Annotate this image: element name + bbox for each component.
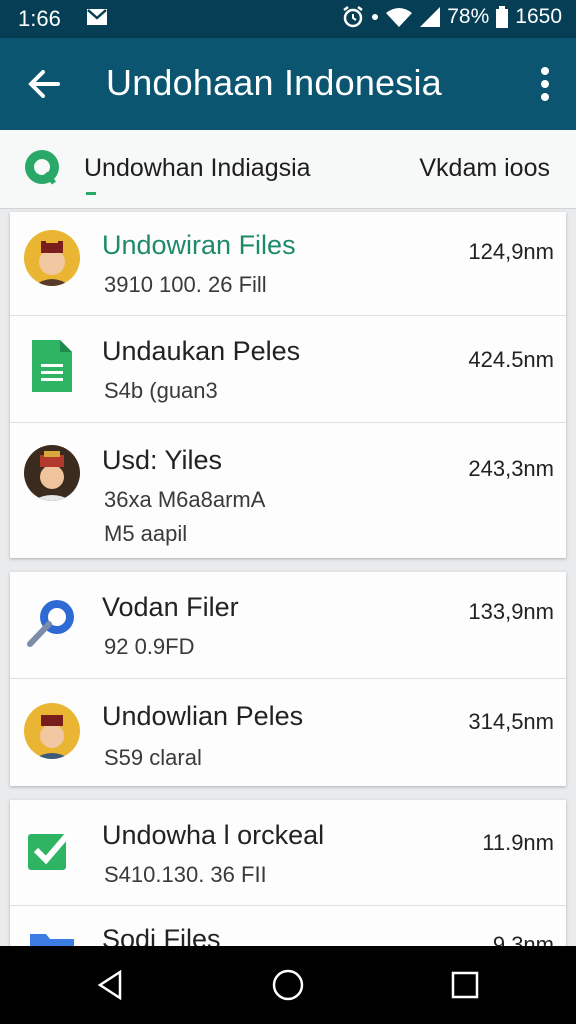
list-item[interactable]: Undowlian Peles S59 claral 314,5nm xyxy=(10,679,566,787)
wifi-icon xyxy=(386,8,413,27)
sub-header: Undowhan Indiagsia Vkdam ioos xyxy=(0,130,576,209)
list-item[interactable]: Vodan Filer 92 0.9FD 133,9nm xyxy=(10,572,566,679)
subheader-action[interactable]: Vkdam ioos xyxy=(419,154,550,183)
file-size: 11.9nm xyxy=(482,830,554,855)
avatar-icon xyxy=(24,445,80,501)
dot-icon xyxy=(372,14,379,20)
file-detail: S59 claral xyxy=(104,745,202,770)
list-item[interactable]: Undowha l orckeal S410.130. 36 FII 11.9n… xyxy=(10,800,566,906)
back-arrow-icon[interactable] xyxy=(24,64,64,104)
search-logo-icon[interactable] xyxy=(24,149,62,187)
system-nav-bar xyxy=(0,946,576,1024)
file-name: Usd: Yiles xyxy=(102,445,223,475)
file-size: 124,9nm xyxy=(468,239,554,264)
file-name: Vodan Filer xyxy=(102,592,239,622)
status-icons: 78% 1650 xyxy=(341,5,562,29)
pin-icon xyxy=(27,600,74,647)
file-detail-secondary: M5 aapil xyxy=(104,521,188,546)
file-size: 314,5nm xyxy=(468,709,554,734)
list-item[interactable]: Undaukan Peles S4b (guan3 424.5nm xyxy=(10,316,566,423)
nav-recents-icon[interactable] xyxy=(448,968,482,1002)
more-options-icon[interactable] xyxy=(540,66,550,102)
file-size: 243,3nm xyxy=(468,456,554,481)
file-name: Undowiran Files xyxy=(102,230,296,260)
file-detail: 36xa M6a8armA xyxy=(104,487,266,512)
battery-icon xyxy=(496,6,509,28)
sheets-doc-icon xyxy=(32,340,72,392)
signal-icon xyxy=(420,7,441,27)
file-card-1: Undowiran Files 3910 100. 26 Fill 124,9n… xyxy=(10,212,566,558)
file-size: 133,9nm xyxy=(468,599,554,624)
file-detail: S410.130. 36 FII xyxy=(104,862,267,887)
status-time: 1:66 xyxy=(18,6,61,31)
file-name: Undowha l orckeal xyxy=(102,820,325,850)
avatar-icon xyxy=(24,703,80,759)
mail-icon xyxy=(87,9,107,25)
tab-indicator xyxy=(86,192,96,195)
battery-percent: 78% xyxy=(447,5,490,28)
nav-back-icon[interactable] xyxy=(94,968,128,1002)
page-title: Undohaan Indonesia xyxy=(106,62,442,103)
file-size: 424.5nm xyxy=(468,347,554,372)
list-item[interactable]: Undowiran Files 3910 100. 26 Fill 124,9n… xyxy=(10,212,566,316)
avatar-icon xyxy=(24,230,80,286)
alarm-icon xyxy=(343,6,363,28)
file-detail: 92 0.9FD xyxy=(104,634,195,659)
list-item[interactable]: Usd: Yiles 36xa M6a8armA M5 aapil 243,3n… xyxy=(10,423,566,558)
file-name: Undaukan Peles xyxy=(102,336,301,366)
file-card-3: Undowha l orckeal S410.130. 36 FII 11.9n… xyxy=(10,800,566,960)
app-bar: Undohaan Indonesia xyxy=(0,38,576,130)
file-name: Undowlian Peles xyxy=(102,701,304,731)
nav-home-icon[interactable] xyxy=(271,968,305,1002)
file-card-2: Vodan Filer 92 0.9FD 133,9nm Undowlian P… xyxy=(10,572,566,786)
file-detail: 3910 100. 26 Fill xyxy=(104,272,267,297)
file-detail: S4b (guan3 xyxy=(104,378,218,403)
subheader-title[interactable]: Undowhan Indiagsia xyxy=(84,154,311,183)
status-clock: 1650 xyxy=(515,5,562,28)
status-bar: 1:66 78% 1650 xyxy=(0,0,576,38)
check-icon xyxy=(28,830,73,870)
